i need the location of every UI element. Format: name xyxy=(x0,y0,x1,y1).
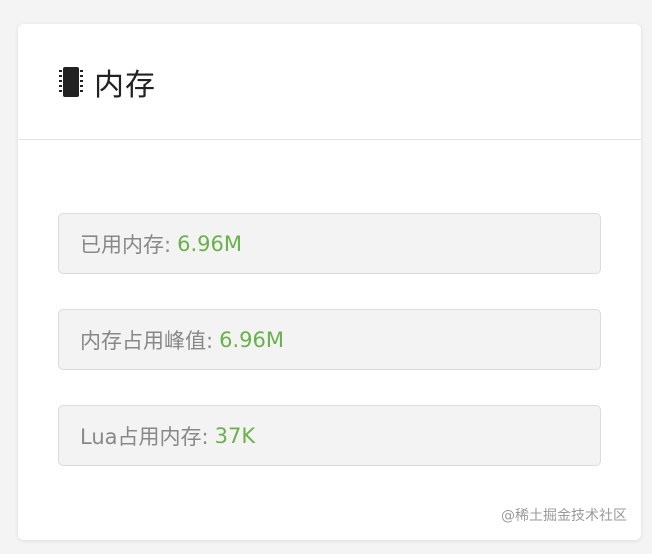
stat-peak-memory: 内存占用峰值: 6.96M xyxy=(58,309,601,370)
memory-chip-icon xyxy=(58,66,84,98)
panel-title: 内存 xyxy=(94,67,156,103)
stat-value: 6.96M xyxy=(219,327,284,352)
stat-label: Lua占用内存: xyxy=(80,424,209,449)
memory-panel: 内存 已用内存: 6.96M 内存占用峰值: 6.96M Lua占用内存: 37… xyxy=(18,24,641,540)
stat-lua-memory: Lua占用内存: 37K xyxy=(58,405,601,466)
stat-label: 内存占用峰值: xyxy=(80,328,214,353)
watermark: @稀土掘金技术社区 xyxy=(501,508,627,524)
panel-body: 已用内存: 6.96M 内存占用峰值: 6.96M Lua占用内存: 37K xyxy=(18,140,641,466)
stat-value: 37K xyxy=(214,423,256,448)
stat-value: 6.96M xyxy=(177,231,242,256)
stat-label: 已用内存: xyxy=(80,232,172,257)
panel-header: 内存 xyxy=(18,24,641,140)
stat-used-memory: 已用内存: 6.96M xyxy=(58,213,601,274)
